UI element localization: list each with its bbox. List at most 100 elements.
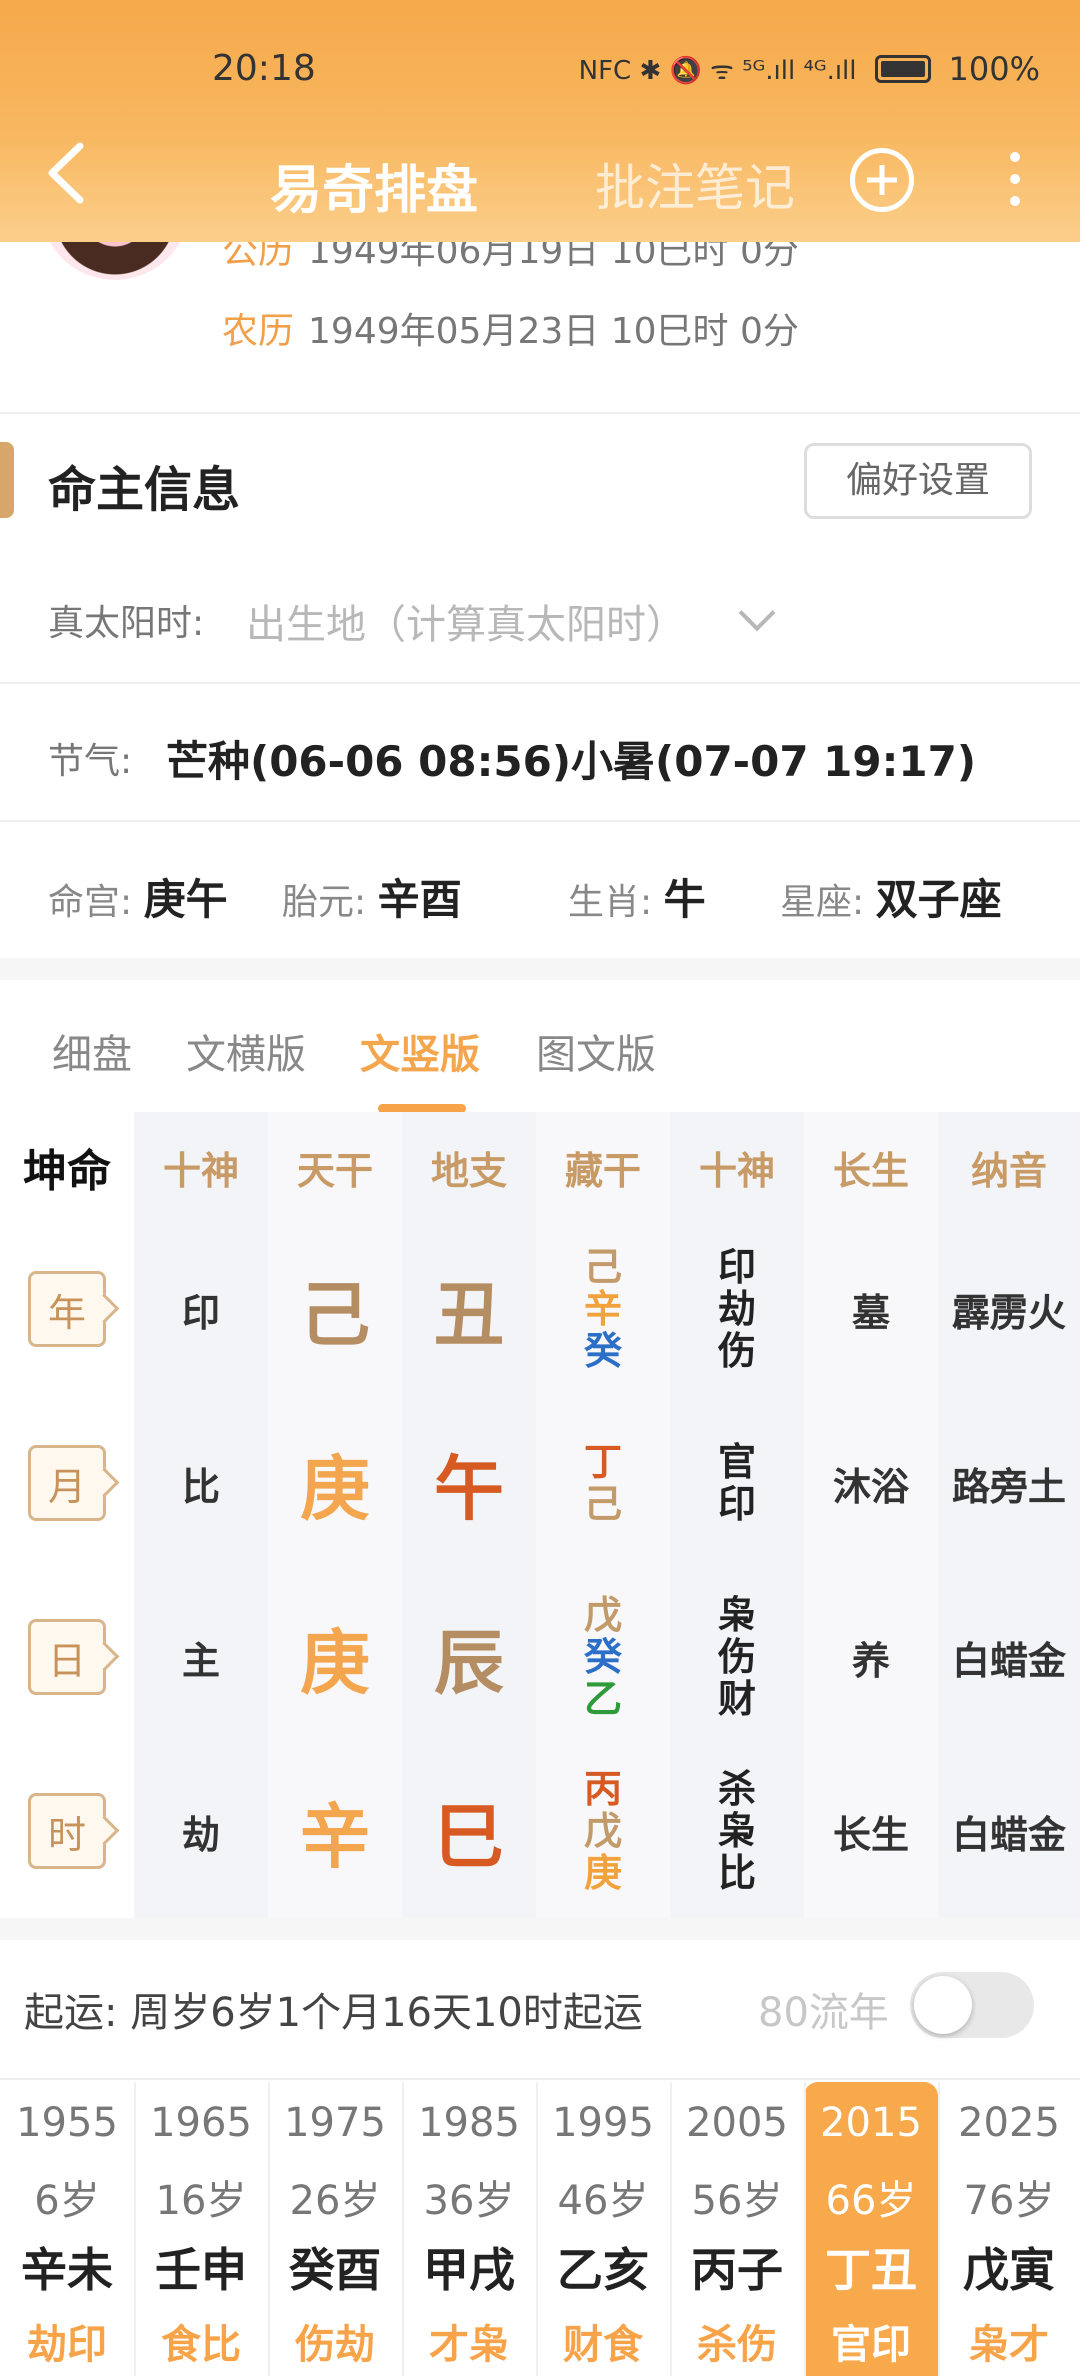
dayun-shishen: 食比 — [161, 2322, 241, 2368]
jieqi-label: 节气: — [48, 741, 133, 782]
shishen-cell: 主 — [134, 1570, 268, 1744]
dayun-shishen: 伤劫 — [295, 2322, 375, 2368]
dayun-year: 1955 — [16, 2100, 118, 2146]
canggan-char: 辛 — [583, 1287, 622, 1331]
tiangan-cell: 己 — [268, 1222, 402, 1396]
dayun-age: 56岁 — [691, 2178, 783, 2224]
tab-horizontal[interactable]: 文横版 — [186, 1022, 306, 1080]
dayun-age: 46岁 — [557, 2178, 649, 2224]
shishen-value: 比 — [181, 1464, 220, 1509]
tiangan-cell: 庚 — [268, 1396, 402, 1570]
notes-tab[interactable]: 批注笔记 — [595, 148, 795, 220]
battery-percent: 100% — [948, 50, 1040, 88]
dayun-ganzhi: 丁丑 — [825, 2243, 917, 2297]
tiangan-cell: 辛 — [268, 1744, 402, 1918]
canggan-char: 乙 — [583, 1677, 622, 1721]
minggong: 命宫: 庚午 — [48, 875, 228, 924]
dayun-ganzhi: 乙亥 — [557, 2243, 649, 2297]
dizhi-value: 辰 — [434, 1621, 504, 1704]
liunian-toggle[interactable] — [910, 1972, 1034, 2038]
shishen-value: 主 — [181, 1638, 220, 1683]
changsheng-value: 沐浴 — [832, 1464, 909, 1509]
shengxiao: 生肖: 牛 — [568, 875, 706, 924]
canggan-cell: 己辛癸 — [536, 1222, 670, 1396]
shishen2-char: 印 — [717, 1482, 756, 1526]
section-title: 命主信息 — [48, 462, 241, 518]
preference-settings-button[interactable]: 偏好设置 — [804, 443, 1032, 519]
dayun-shishen: 财食 — [563, 2322, 643, 2368]
canggan-char: 丁 — [583, 1440, 622, 1484]
canggan-char: 戊 — [583, 1809, 622, 1853]
dayun-item[interactable]: 2015 66岁 丁丑 官印 — [804, 2082, 938, 2376]
tab-graphic[interactable]: 图文版 — [536, 1022, 656, 1080]
shishen2-cell: 印劫伤 — [670, 1222, 804, 1396]
shishen2-cell: 枭伤财 — [670, 1570, 804, 1744]
dayun-ganzhi: 癸酉 — [289, 2243, 381, 2297]
shishen2-char: 财 — [717, 1677, 756, 1721]
jieqi-value: 芒种(06-06 08:56)小暑(07-07 19:17) — [166, 737, 977, 786]
dayun-item[interactable]: 1995 46岁 乙亥 财食 — [536, 2082, 670, 2376]
canggan-char: 癸 — [583, 1635, 622, 1679]
pillar-label[interactable]: 时 — [28, 1793, 106, 1869]
dayun-year: 1985 — [418, 2100, 520, 2146]
dayun-age: 76岁 — [963, 2178, 1055, 2224]
status-bar: 20:18 NFC ✱ 🔕 ᯤ ⁵ᴳ.ıll ⁴ᴳ.ıll 100% — [0, 40, 1080, 100]
qiyun-text: 起运: 周岁6岁1个月16天10时起运 — [24, 1990, 643, 2036]
tab-vertical[interactable]: 文竖版 — [360, 1022, 480, 1080]
dizhi-value: 巳 — [434, 1795, 504, 1878]
shishen2-cell: 杀枭比 — [670, 1744, 804, 1918]
dayun-year: 2025 — [958, 2100, 1060, 2146]
pillar-时: 时 — [0, 1744, 134, 1918]
header-changsheng: 长生 — [832, 1148, 909, 1193]
dayun-item[interactable]: 1975 26岁 癸酉 伤劫 — [268, 2082, 402, 2376]
dayun-year: 2005 — [686, 2100, 788, 2146]
lunar-value: 1949年05月23日 10巳时 0分 — [308, 311, 799, 352]
add-icon[interactable] — [850, 148, 914, 212]
birthplace-select[interactable]: 出生地（计算真太阳时） — [246, 592, 686, 650]
dayun-year: 1965 — [150, 2100, 252, 2146]
pillar-label[interactable]: 日 — [28, 1619, 106, 1695]
canggan-cell: 丁己 — [536, 1396, 670, 1570]
pillar-label[interactable]: 年 — [28, 1271, 106, 1347]
header-tiangan: 天干 — [296, 1148, 373, 1193]
shishen-value: 劫 — [181, 1812, 220, 1857]
dayun-shishen: 劫印 — [27, 2322, 107, 2368]
dayun-shishen: 官印 — [831, 2322, 911, 2368]
dayun-item[interactable]: 1965 16岁 壬申 食比 — [134, 2082, 268, 2376]
changsheng-cell: 养 — [804, 1570, 938, 1744]
dayun-age: 6岁 — [34, 2178, 100, 2224]
back-arrow-icon[interactable] — [44, 142, 86, 204]
tiangan-value: 辛 — [300, 1795, 370, 1878]
shishen-cell: 印 — [134, 1222, 268, 1396]
dayun-item[interactable]: 2025 76岁 戊寅 枭才 — [942, 2082, 1076, 2376]
status-right: NFC ✱ 🔕 ᯤ ⁵ᴳ.ıll ⁴ᴳ.ıll 100% — [579, 50, 1040, 88]
shishen2-char: 官 — [717, 1440, 756, 1484]
more-menu-icon[interactable] — [1010, 152, 1022, 208]
nayin-cell: 霹雳火 — [938, 1222, 1080, 1396]
bazi-grid: 坤命 十神 天干 地支 藏干 十神 长生 纳音 年印己丑己辛癸印劫伤墓霹雳火月比… — [0, 1112, 1080, 1918]
nayin-cell: 白蜡金 — [938, 1744, 1080, 1918]
solar-time-label: 真太阳时: — [48, 603, 205, 644]
chevron-down-icon[interactable] — [738, 594, 776, 632]
shishen2-char: 杀 — [717, 1767, 756, 1811]
canggan-cell: 戊癸乙 — [536, 1570, 670, 1744]
tiangan-value: 庚 — [300, 1447, 370, 1530]
gender-label: 坤命 — [23, 1146, 111, 1197]
pillar-label[interactable]: 月 — [28, 1445, 106, 1521]
app-bar: 20:18 NFC ✱ 🔕 ᯤ ⁵ᴳ.ıll ⁴ᴳ.ıll 100% 易奇排盘 … — [0, 0, 1080, 242]
dayun-item[interactable]: 1985 36岁 甲戌 才枭 — [402, 2082, 536, 2376]
liunian-label: 80流年 — [758, 1990, 889, 2036]
tab-detail[interactable]: 细盘 — [52, 1022, 132, 1080]
dayun-shishen: 才枭 — [429, 2322, 509, 2368]
nayin-value: 路旁土 — [951, 1464, 1066, 1509]
shishen2-char: 伤 — [717, 1635, 756, 1679]
shishen2-char: 枭 — [717, 1809, 756, 1853]
dayun-age: 16岁 — [155, 2178, 247, 2224]
dayun-age: 26岁 — [289, 2178, 381, 2224]
dayun-ganzhi: 甲戌 — [423, 2243, 515, 2297]
shishen-cell: 比 — [134, 1396, 268, 1570]
dayun-item[interactable]: 1955 6岁 辛未 劫印 — [0, 2082, 134, 2376]
dayun-item[interactable]: 2005 56岁 丙子 杀伤 — [670, 2082, 804, 2376]
header-shishen: 十神 — [162, 1148, 239, 1193]
shishen2-char: 伤 — [717, 1329, 756, 1373]
